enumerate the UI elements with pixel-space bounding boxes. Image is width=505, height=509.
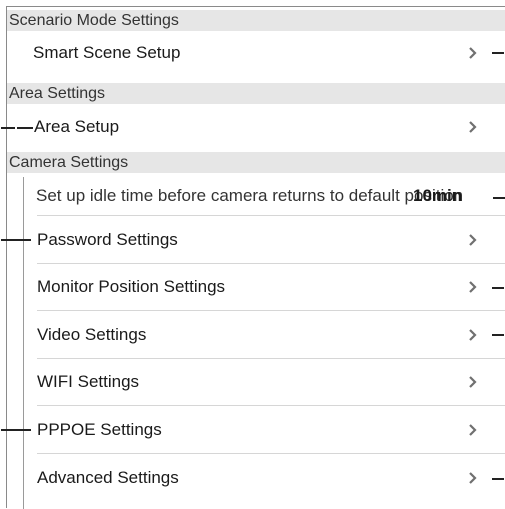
row-smart-scene-setup[interactable]: Smart Scene Setup bbox=[7, 34, 505, 71]
section-header-area: Area Settings bbox=[7, 83, 505, 104]
annotation-tick bbox=[1, 429, 31, 431]
annotation-tick bbox=[1, 127, 15, 129]
row-label: Advanced Settings bbox=[37, 467, 179, 487]
section-title-camera: Camera Settings bbox=[9, 154, 129, 171]
chevron-right-icon bbox=[467, 279, 479, 295]
chevron-right-icon bbox=[467, 327, 479, 343]
row-label: Smart Scene Setup bbox=[33, 42, 181, 62]
row-pppoe-settings[interactable]: PPPOE Settings bbox=[1, 406, 505, 453]
row-area-setup[interactable]: Area Setup bbox=[1, 108, 505, 146]
chevron-right-icon bbox=[467, 422, 479, 438]
row-label: Monitor Position Settings bbox=[37, 277, 226, 296]
chevron-right-icon bbox=[467, 45, 479, 61]
row-label: Video Settings bbox=[37, 324, 147, 344]
row-idle-time[interactable]: Set up idle time before camera returns t… bbox=[7, 177, 505, 215]
row-password-settings[interactable]: Password Settings bbox=[1, 216, 505, 263]
row-label: PPPOE Settings bbox=[37, 419, 162, 439]
annotation-tick bbox=[1, 239, 31, 241]
annotation-tick bbox=[493, 197, 505, 199]
row-wifi-settings[interactable]: WIFI Settings bbox=[7, 359, 505, 405]
idle-time-value: 10min bbox=[413, 186, 463, 205]
chevron-right-icon bbox=[467, 470, 479, 486]
row-label: Set up idle time before camera returns t… bbox=[36, 186, 464, 205]
annotation-connector bbox=[17, 127, 33, 129]
section-header-camera: Camera Settings bbox=[7, 152, 505, 173]
chevron-right-icon bbox=[467, 374, 479, 390]
row-label: Area Setup bbox=[34, 117, 120, 136]
annotation-tick bbox=[492, 287, 504, 289]
section-header-scenario: Scenario Mode Settings bbox=[7, 10, 505, 31]
row-video-settings[interactable]: Video Settings bbox=[7, 311, 505, 358]
annotation-tick bbox=[492, 334, 504, 336]
chevron-right-icon bbox=[467, 232, 479, 248]
annotation-tick bbox=[492, 52, 504, 54]
settings-panel: Scenario Mode Settings Smart Scene Setup… bbox=[1, 6, 505, 509]
row-advanced-settings[interactable]: Advanced Settings bbox=[7, 454, 505, 501]
chevron-right-icon bbox=[467, 119, 479, 135]
section-title-scenario: Scenario Mode Settings bbox=[9, 12, 179, 29]
row-monitor-position-settings[interactable]: Monitor Position Settings bbox=[7, 264, 505, 310]
row-label: Password Settings bbox=[37, 229, 178, 249]
row-label: WIFI Settings bbox=[37, 372, 140, 391]
annotation-tick bbox=[492, 478, 504, 480]
section-title-area: Area Settings bbox=[9, 85, 106, 102]
